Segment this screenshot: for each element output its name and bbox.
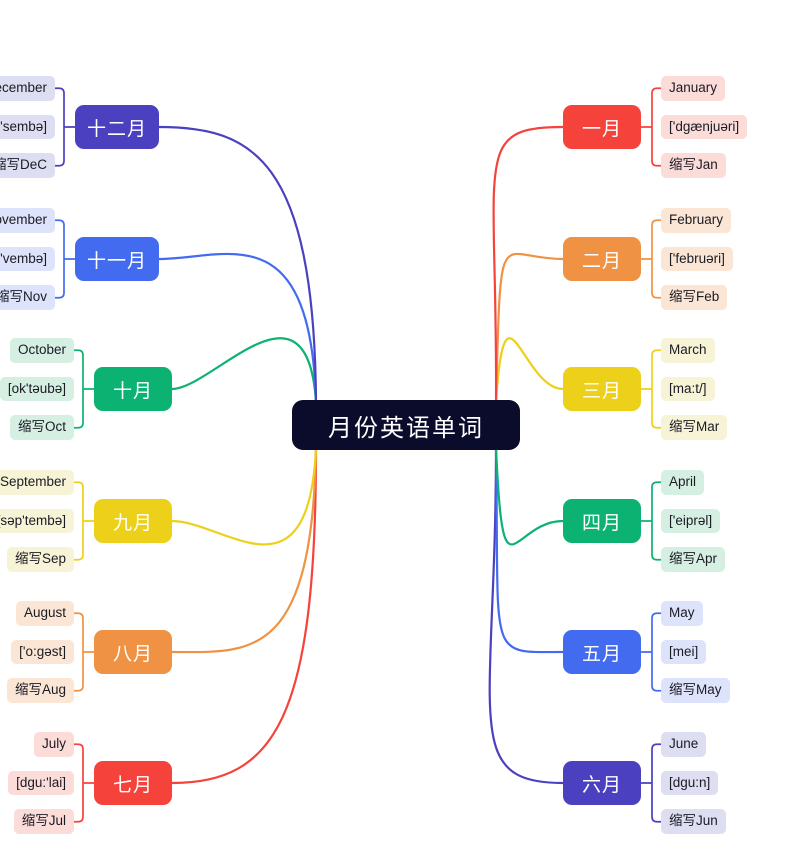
leaf-node[interactable]: [ok'təubə] — [0, 376, 74, 402]
month-node-march[interactable]: 三月 — [563, 367, 641, 411]
leaf-stack-april: April ['eiprəl] 缩写Apr — [661, 470, 726, 572]
branch-december: 十二月 December [di'sembə] 缩写DeC — [0, 76, 159, 178]
month-node-label: 八月 — [112, 643, 153, 665]
month-node-label: 十一月 — [86, 250, 147, 272]
leaf-node[interactable]: 缩写Sep — [6, 547, 74, 572]
leaf-node[interactable]: ['o:gəst] — [11, 639, 74, 665]
month-node-label: 九月 — [112, 512, 153, 534]
leaf-stack-january: January ['dgænjuəri] 缩写Jan — [661, 76, 748, 178]
month-node-june[interactable]: 六月 — [563, 761, 641, 805]
branch-november: 十一月 November [nəu'vembə] 缩写Nov — [0, 208, 159, 310]
branch-october: 十月 October [ok'təubə] 缩写Oct — [0, 338, 172, 440]
month-node-may[interactable]: 五月 — [563, 630, 641, 674]
leaf-node[interactable]: 缩写Nov — [0, 285, 55, 310]
leaf-node[interactable]: December — [0, 76, 55, 101]
leaf-node[interactable]: April — [661, 470, 705, 495]
leaf-node[interactable]: 缩写Aug — [6, 678, 74, 703]
leaf-node[interactable]: [səp'tembə] — [0, 508, 74, 534]
month-node-label: 一月 — [581, 118, 622, 140]
leaf-node[interactable]: 缩写Jul — [13, 809, 74, 834]
leaf-node[interactable]: March — [661, 338, 715, 363]
month-node-label: 三月 — [581, 380, 622, 402]
leaf-node[interactable]: 缩写DeC — [0, 153, 55, 178]
leaf-node[interactable]: 缩写Jun — [661, 809, 726, 834]
leaf-node[interactable]: 缩写Apr — [661, 547, 726, 572]
leaf-node[interactable]: 缩写Jan — [661, 153, 726, 178]
leaf-node[interactable]: February — [661, 208, 732, 233]
leaf-stack-august: August ['o:gəst] 缩写Aug — [6, 601, 74, 703]
month-node-november[interactable]: 十一月 — [75, 237, 159, 281]
leaf-node[interactable]: ['eiprəl] — [661, 508, 721, 534]
branch-july: 七月 July [dgu:'lai] 缩写Jul — [8, 732, 172, 834]
central-topic-label: 月份英语单词 — [328, 414, 484, 442]
branch-may: 五月 May [mei] 缩写May — [563, 601, 730, 703]
month-node-label: 五月 — [581, 643, 622, 665]
month-node-label: 七月 — [112, 774, 153, 796]
month-node-december[interactable]: 十二月 — [75, 105, 159, 149]
leaf-node[interactable]: ['februəri] — [661, 246, 733, 272]
leaf-stack-july: July [dgu:'lai] 缩写Jul — [8, 732, 74, 834]
month-node-label: 二月 — [581, 250, 622, 272]
leaf-node[interactable]: November — [0, 208, 55, 233]
branch-march: 三月 March [ma:t/] 缩写Mar — [563, 338, 728, 440]
leaf-node[interactable]: [nəu'vembə] — [0, 246, 55, 272]
leaf-stack-june: June [dgu:n] 缩写Jun — [661, 732, 726, 834]
leaf-node[interactable]: July — [33, 732, 74, 757]
month-node-label: 六月 — [581, 774, 622, 796]
leaf-node[interactable]: January — [661, 76, 726, 101]
branch-april: 四月 April ['eiprəl] 缩写Apr — [563, 470, 726, 572]
leaf-node[interactable]: ['dgænjuəri] — [661, 114, 748, 140]
mindmap-canvas: 月份英语单词 一月 January ['dgænjuəri] 缩写Jan 二月 Febru… — [0, 0, 792, 855]
month-node-october[interactable]: 十月 — [94, 367, 172, 411]
month-node-july[interactable]: 七月 — [94, 761, 172, 805]
leaf-node[interactable]: 缩写Oct — [9, 415, 74, 440]
leaf-node[interactable]: 缩写Mar — [661, 415, 728, 440]
leaf-node[interactable]: 缩写Feb — [661, 285, 728, 310]
central-topic-node[interactable]: 月份英语单词 — [292, 400, 520, 450]
leaf-node[interactable]: [ma:t/] — [661, 376, 715, 402]
month-node-september[interactable]: 九月 — [94, 499, 172, 543]
leaf-node[interactable]: [dgu:'lai] — [8, 770, 74, 796]
leaf-node[interactable]: [dgu:n] — [661, 770, 719, 796]
leaf-stack-september: September [səp'tembə] 缩写Sep — [0, 470, 74, 572]
leaf-node[interactable]: [mei] — [661, 639, 707, 665]
month-node-label: 十月 — [112, 380, 153, 402]
month-node-january[interactable]: 一月 — [563, 105, 641, 149]
leaf-node[interactable]: May — [661, 601, 703, 626]
month-node-april[interactable]: 四月 — [563, 499, 641, 543]
month-node-february[interactable]: 二月 — [563, 237, 641, 281]
leaf-node[interactable]: August — [15, 601, 74, 626]
leaf-stack-february: February ['februəri] 缩写Feb — [661, 208, 733, 310]
leaf-stack-march: March [ma:t/] 缩写Mar — [661, 338, 728, 440]
branch-february: 二月 February ['februəri] 缩写Feb — [563, 208, 733, 310]
leaf-node[interactable]: 缩写May — [661, 678, 730, 703]
leaf-node[interactable]: October — [9, 338, 74, 363]
branch-september: 九月 September [səp'tembə] 缩写Sep — [0, 470, 172, 572]
month-node-label: 十二月 — [86, 118, 147, 140]
branch-june: 六月 June [dgu:n] 缩写Jun — [563, 732, 726, 834]
leaf-stack-may: May [mei] 缩写May — [661, 601, 730, 703]
leaf-stack-october: October [ok'təubə] 缩写Oct — [0, 338, 74, 440]
leaf-node[interactable]: June — [661, 732, 707, 757]
branch-january: 一月 January ['dgænjuəri] 缩写Jan — [563, 76, 748, 178]
month-node-august[interactable]: 八月 — [94, 630, 172, 674]
leaf-node[interactable]: September — [0, 470, 74, 495]
leaf-stack-december: December [di'sembə] 缩写DeC — [0, 76, 55, 178]
leaf-node[interactable]: [di'sembə] — [0, 114, 55, 140]
month-node-label: 四月 — [581, 512, 622, 534]
leaf-stack-november: November [nəu'vembə] 缩写Nov — [0, 208, 55, 310]
branch-august: 八月 August ['o:gəst] 缩写Aug — [6, 601, 172, 703]
